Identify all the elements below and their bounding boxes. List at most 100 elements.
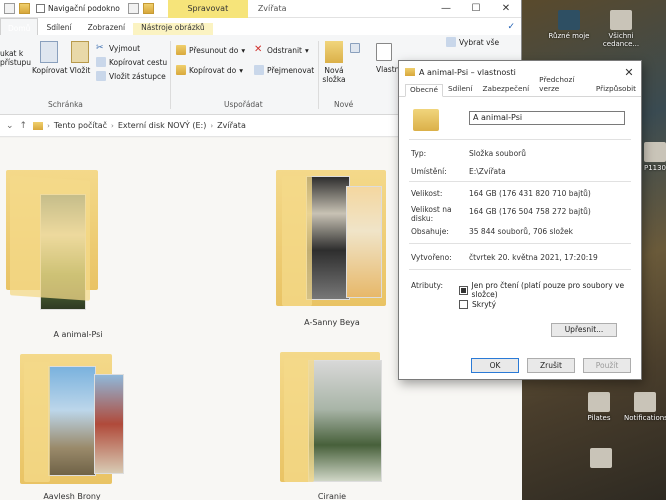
organize-group-label: Uspořádat xyxy=(224,100,263,109)
chevron-down-icon[interactable]: ⌄ xyxy=(6,121,14,131)
clipboard-icon xyxy=(71,41,89,63)
folder-name: Ciranie xyxy=(317,492,347,500)
cut-button[interactable]: ✂ Vyjmout xyxy=(96,43,140,53)
breadcrumb-item[interactable]: Externí disk NOVÝ (E:) xyxy=(118,121,207,130)
tab-view[interactable]: Zobrazení xyxy=(80,23,134,35)
file-icon xyxy=(588,392,610,412)
file-icon xyxy=(610,10,632,30)
hidden-checkbox[interactable]: Skrytý xyxy=(459,300,496,309)
delete-label: Odstranit xyxy=(267,45,302,55)
paste-button[interactable]: Vložit xyxy=(66,41,94,75)
paste-shortcut-button[interactable]: Vložit zástupce xyxy=(96,71,166,81)
dialog-tabs: Obecné Sdílení Zabezpečení Předchozí ver… xyxy=(399,75,641,97)
properties-button[interactable] xyxy=(376,43,398,61)
created-label: Vytvořeno: xyxy=(411,253,452,262)
tab-sharing[interactable]: Sdílení xyxy=(443,83,477,96)
folder-item[interactable]: A animal-Psi xyxy=(4,148,154,339)
properties-icon xyxy=(376,43,392,61)
created-value: čtvrtek 20. května 2021, 17:20:19 xyxy=(469,253,598,262)
cancel-button[interactable]: Zrušit xyxy=(527,358,575,373)
tab-previous-versions[interactable]: Předchozí verze xyxy=(534,74,591,96)
copy-to-label: Kopírovat do xyxy=(189,65,237,75)
up-arrow-icon[interactable]: ↑ xyxy=(20,121,28,131)
new-folder-button[interactable]: Nová složka xyxy=(320,41,348,84)
folder-item[interactable]: Aavlesh Brony xyxy=(12,352,132,500)
ribbon-separator xyxy=(318,41,319,109)
folder-icon[interactable] xyxy=(19,3,30,14)
tab-home[interactable]: Domů xyxy=(0,18,39,35)
rename-icon xyxy=(254,65,264,75)
copy-label: Kopírovat xyxy=(32,66,68,75)
type-label: Typ: xyxy=(411,149,427,158)
folder-name: Aavlesh Brony xyxy=(43,492,101,500)
move-folder-icon xyxy=(176,45,186,55)
minimize-icon[interactable]: — xyxy=(431,3,461,14)
desktop-icon-pilates[interactable]: Pilates xyxy=(578,392,620,422)
contains-label: Obsahuje: xyxy=(411,227,449,236)
move-to-button[interactable]: Přesunout do ▾ xyxy=(176,45,245,55)
help-icon[interactable]: ✓ xyxy=(501,22,521,35)
copy-icon xyxy=(40,41,58,63)
new-item-button[interactable] xyxy=(350,43,360,53)
folder-item[interactable]: A-Sanny Beya xyxy=(272,168,392,338)
manage-context-tab[interactable]: Spravovat xyxy=(167,0,248,18)
navpane-checkbox[interactable]: Navigační podokno xyxy=(36,4,120,13)
apply-button[interactable]: Použít xyxy=(583,358,631,373)
chevron-right-icon: › xyxy=(47,121,50,130)
disk-size-label: Velikost na disku: xyxy=(411,205,452,223)
ok-button[interactable]: OK xyxy=(471,358,519,373)
copy-button[interactable]: Kopírovat xyxy=(32,41,68,75)
checkbox-indeterminate-icon xyxy=(459,285,468,295)
close-icon[interactable]: ✕ xyxy=(491,3,521,14)
advanced-button[interactable]: Upřesnit... xyxy=(551,323,617,337)
folder-item[interactable]: Ciranie xyxy=(272,350,392,500)
breadcrumb: › Tento počítač › Externí disk NOVÝ (E:)… xyxy=(33,121,246,130)
desktop-icon-file[interactable] xyxy=(580,448,622,470)
desktop-icon-label: Pilates xyxy=(587,414,611,422)
copy-path-label: Kopírovat cestu xyxy=(109,57,168,67)
pin-quick-access-button[interactable]: ukat k přístupu xyxy=(0,49,31,67)
tab-share[interactable]: Sdílení xyxy=(38,23,79,35)
app-icon xyxy=(558,10,580,30)
checkbox-icon xyxy=(36,4,45,13)
copy-path-button[interactable]: Kopírovat cestu xyxy=(96,57,167,67)
chevron-down-icon: ▾ xyxy=(239,65,243,75)
tab-picture-tools[interactable]: Nástroje obrázků xyxy=(133,23,213,35)
readonly-checkbox[interactable]: Jen pro čtení (platí pouze pro soubory v… xyxy=(459,281,641,299)
delete-button[interactable]: ✕ Odstranit ▾ xyxy=(254,45,309,55)
ribbon-tabs: Domů Sdílení Zobrazení Nástroje obrázků … xyxy=(0,18,521,35)
divider xyxy=(409,139,631,140)
path-icon xyxy=(96,57,106,67)
chevron-right-icon: › xyxy=(111,121,114,130)
title-bar: Navigační podokno Spravovat Zvířata — ☐ … xyxy=(0,0,521,18)
tab-general[interactable]: Obecné xyxy=(405,84,443,97)
type-value: Složka souborů xyxy=(469,149,526,158)
desktop-icon-ruzne[interactable]: Různé moje xyxy=(548,10,590,40)
select-all-icon xyxy=(446,37,456,47)
close-icon[interactable]: ✕ xyxy=(617,66,641,79)
move-to-label: Přesunout do xyxy=(189,45,239,55)
folder-thumbnail xyxy=(4,148,154,318)
desktop-icon-label: P1130 xyxy=(643,164,666,172)
maximize-icon[interactable]: ☐ xyxy=(461,3,491,14)
tab-security[interactable]: Zabezpečení xyxy=(477,83,534,96)
location-value: E:\Zvířata xyxy=(469,167,506,176)
folder-thumbnail xyxy=(272,168,392,318)
folder-icon[interactable] xyxy=(142,3,154,14)
breadcrumb-item[interactable]: Tento počítač xyxy=(54,121,107,130)
desktop-icon-vsichni[interactable]: Všichni cedance... xyxy=(600,10,642,48)
dialog-title: A animal-Psi – vlastnosti xyxy=(419,67,516,77)
copy-to-button[interactable]: Kopírovat do ▾ xyxy=(176,65,243,75)
breadcrumb-item[interactable]: Zvířata xyxy=(217,121,246,130)
select-all-button[interactable]: Vybrat vše xyxy=(446,37,499,47)
rename-button[interactable]: Přejmenovat xyxy=(254,65,314,75)
divider xyxy=(409,243,631,244)
new-folder-icon xyxy=(325,41,343,63)
save-icon[interactable] xyxy=(4,3,15,14)
checkbox-icon[interactable] xyxy=(127,3,139,14)
chevron-down-icon: ▾ xyxy=(304,45,309,55)
desktop-icon-notifications[interactable]: Notifications xyxy=(624,392,666,422)
tab-customize[interactable]: Přizpůsobit xyxy=(591,83,641,96)
folder-name-field[interactable]: A animal-Psi xyxy=(469,111,625,125)
desktop-icon-label: Notifications xyxy=(624,414,666,422)
